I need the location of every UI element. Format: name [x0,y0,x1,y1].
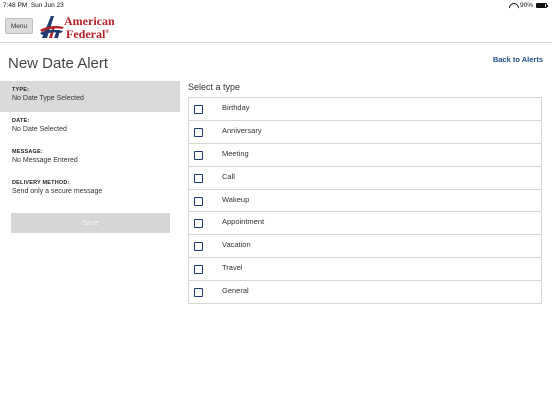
type-option-general[interactable]: General [189,281,541,305]
type-label-meeting: Meeting [222,148,249,158]
type-option-meeting[interactable]: Meeting [189,144,541,167]
summary-delivery[interactable]: DELIVERY METHOD: Send only a secure mess… [0,174,180,205]
summary-delivery-label: DELIVERY METHOD: [12,180,70,186]
menu-button[interactable]: Menu [5,18,33,34]
summary-type[interactable]: TYPE: No Date Type Selected [0,81,180,112]
back-to-alerts-link[interactable]: Back to Alerts [493,55,543,64]
summary-message-label: MESSAGE: [12,149,43,155]
checkbox-call[interactable] [194,173,203,183]
type-list: Birthday Anniversary Meeting Call Wakeup Appo… [188,97,542,305]
status-time: 7:48 PM [3,2,28,9]
checkbox-wakeup[interactable] [194,196,203,206]
battery-fill [537,4,546,7]
status-right: 90% [509,2,548,9]
checkbox-anniversary[interactable] [194,127,203,137]
battery-icon [536,3,548,8]
page-title: New Date Alert [8,55,109,72]
app-header: Menu American Federal® [0,11,552,43]
type-label-anniversary: Anniversary [222,125,262,135]
checkbox-vacation[interactable] [194,242,203,252]
summary-type-label: TYPE: [12,87,30,93]
type-label-vacation: Vacation [222,240,251,250]
logo-line1: American [64,14,115,28]
type-option-vacation[interactable]: Vacation [189,235,541,259]
summary-delivery-value: Send only a secure message [12,188,103,195]
status-bar: 7:48 PM Sun Jun 23 90% [0,0,552,11]
checkbox-meeting[interactable] [194,150,203,160]
checkbox-appointment[interactable] [194,219,203,229]
type-label-birthday: Birthday [222,103,250,112]
summary-date-label: DATE: [12,118,30,124]
summary-message[interactable]: MESSAGE: No Message Entered [0,143,180,174]
american-federal-logo: American Federal® [40,14,120,40]
type-label-appointment: Appointment [222,217,265,227]
type-label-wakeup: Wakeup [222,194,250,204]
type-option-call[interactable]: Call [189,167,541,190]
type-option-wakeup[interactable]: Wakeup [189,190,541,213]
status-time-date: 7:48 PM Sun Jun 23 [3,2,64,9]
checkbox-general[interactable] [194,288,203,298]
type-option-appointment[interactable]: Appointment [189,212,541,236]
summary-message-value: No Message Entered [12,157,78,164]
summary-type-value: No Date Type Selected [12,95,84,102]
alert-summary-sidebar: TYPE: No Date Type Selected DATE: No Dat… [0,81,180,233]
eagle-logo-icon [40,16,64,38]
type-label-travel: Travel [222,263,243,273]
checkbox-travel[interactable] [194,265,203,275]
type-select-panel: Select a type Birthday Anniversary Meeting… [188,81,542,305]
logo-line2: Federal® [66,27,110,41]
type-label-call: Call [222,171,235,181]
type-label-general: General [222,286,249,296]
logo-text: American Federal® [64,14,115,41]
checkbox-birthday[interactable] [194,105,203,114]
summary-date[interactable]: DATE: No Date Selected [0,112,180,143]
wifi-icon [509,3,517,9]
save-button[interactable]: Save [11,213,170,233]
battery-percent: 90% [519,2,533,9]
type-option-birthday[interactable]: Birthday [189,98,541,121]
type-heading: Select a type [188,82,241,92]
type-option-travel[interactable]: Travel [189,258,541,282]
type-option-anniversary[interactable]: Anniversary [189,121,541,144]
summary-date-value: No Date Selected [12,126,67,133]
status-date: Sun Jun 23 [30,2,64,9]
